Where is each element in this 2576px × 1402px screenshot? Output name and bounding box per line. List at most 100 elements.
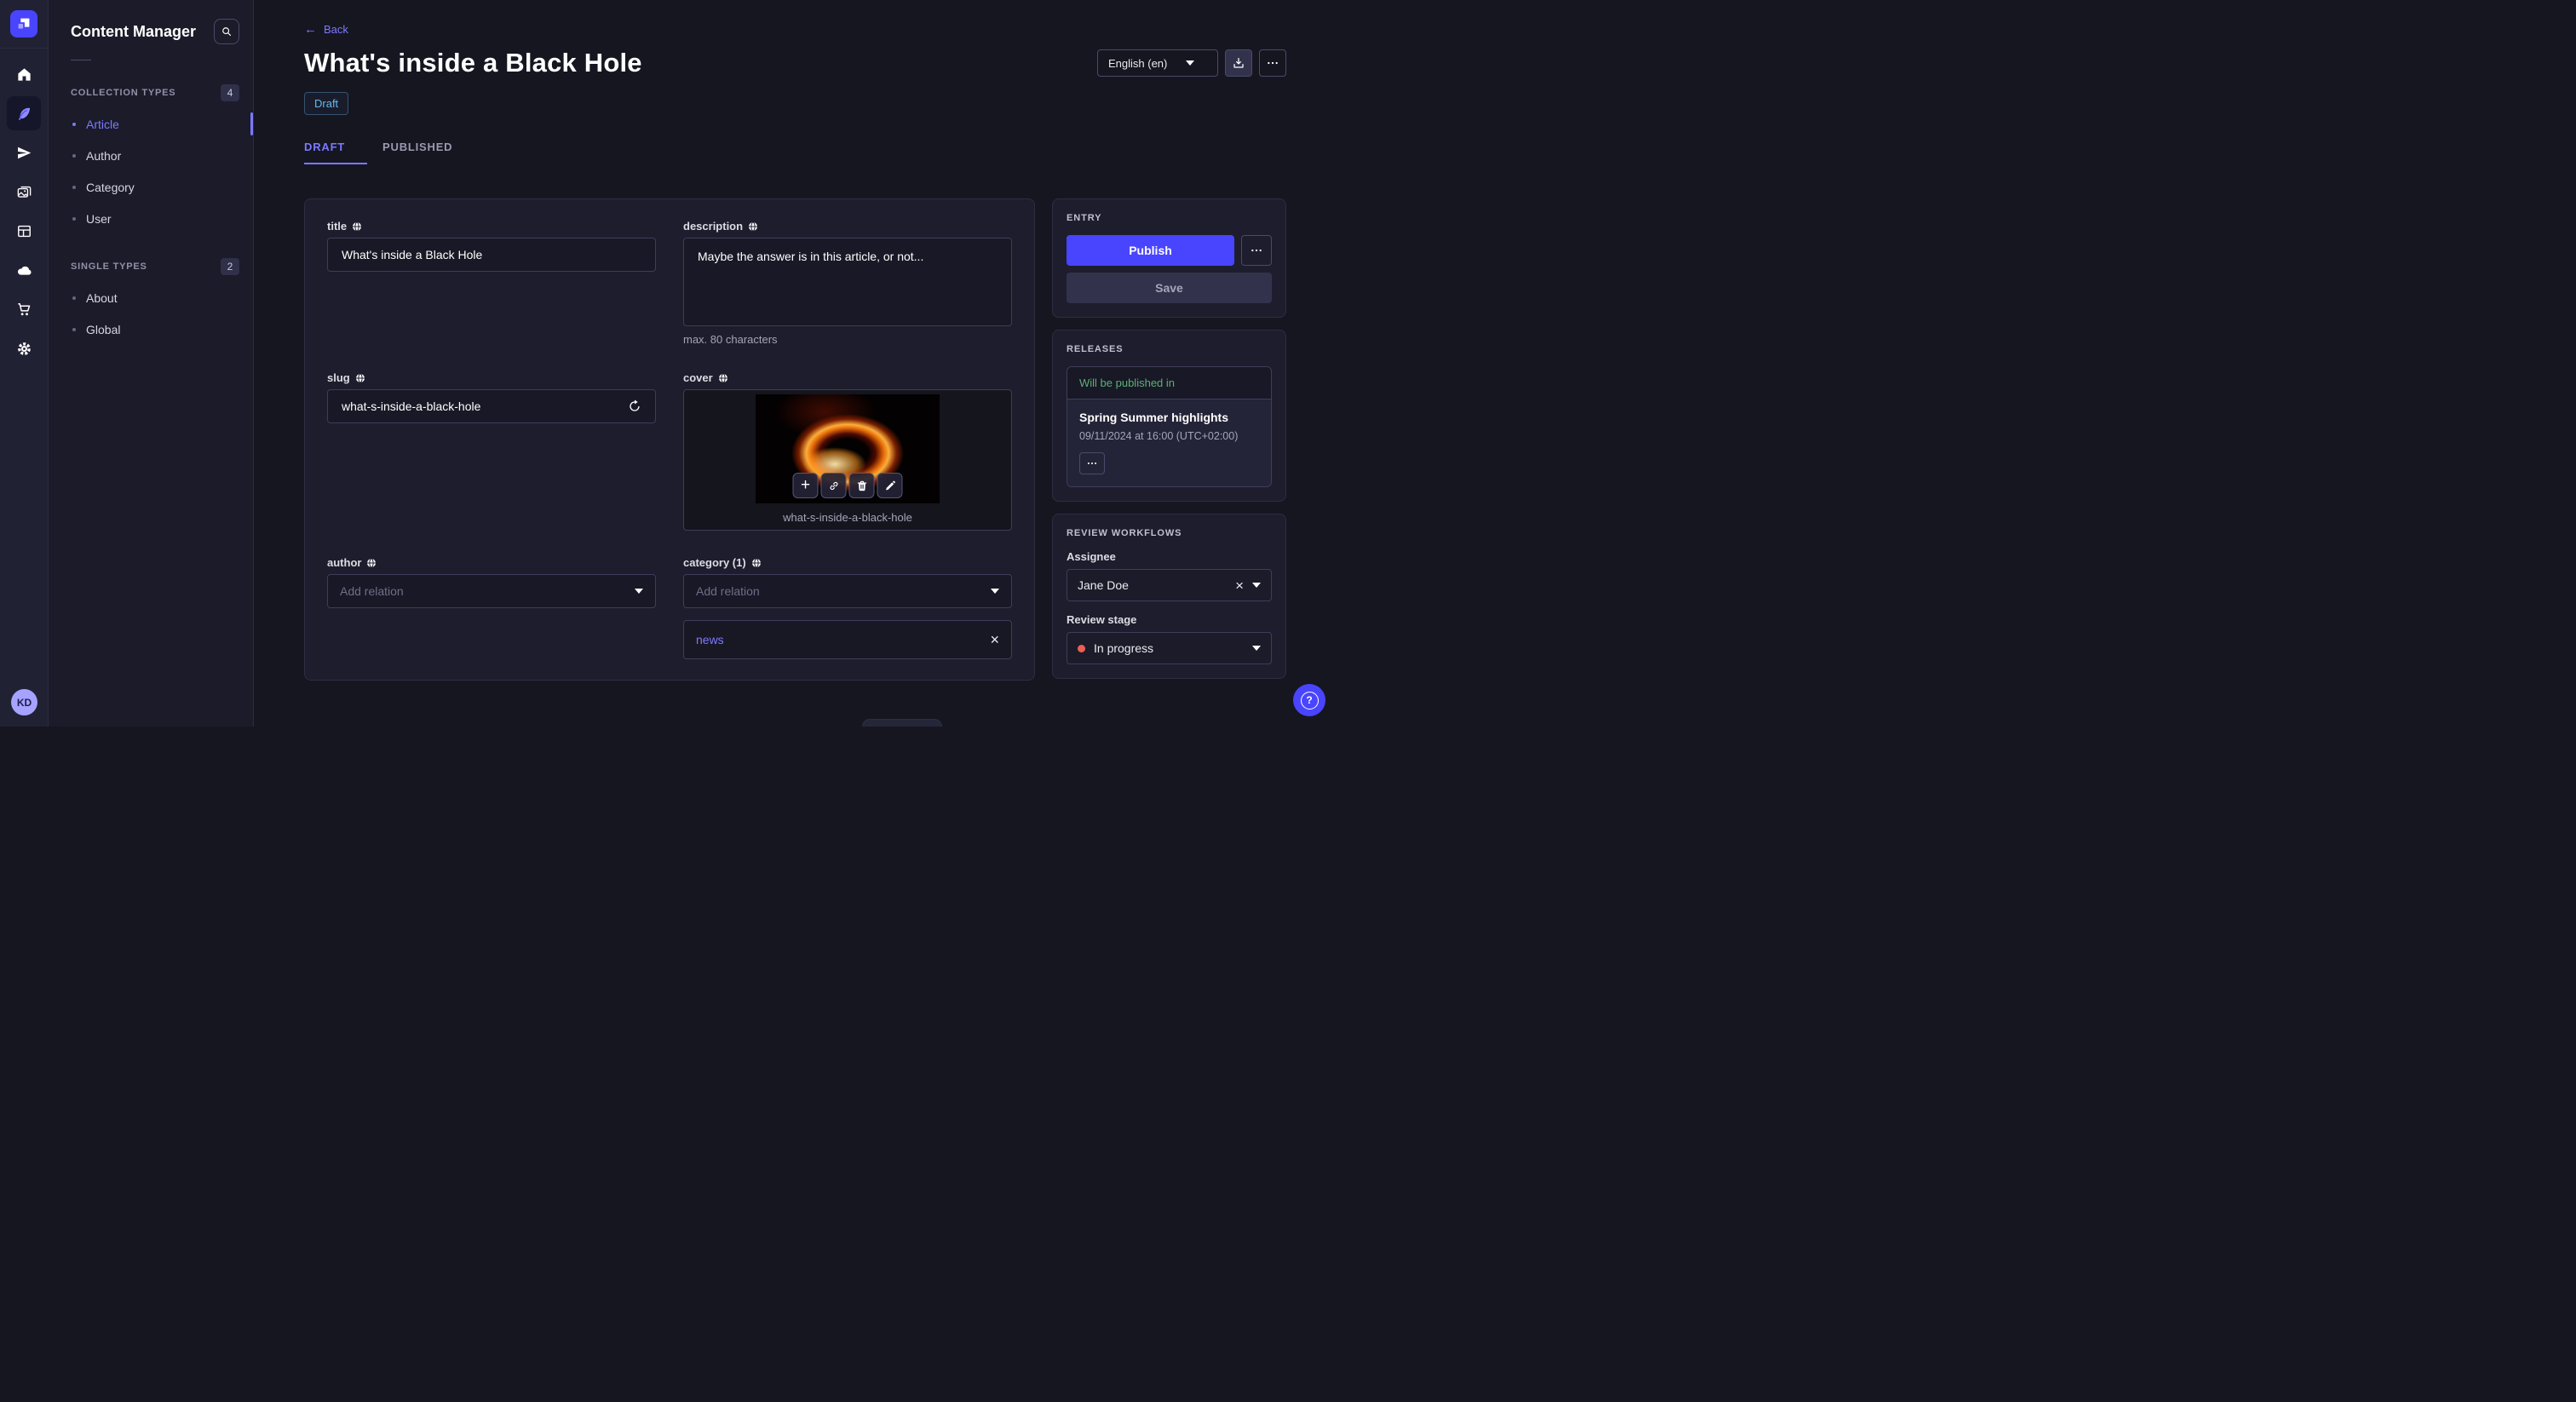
- gear-icon[interactable]: [7, 331, 41, 365]
- home-icon[interactable]: [7, 57, 41, 91]
- tab-published[interactable]: PUBLISHED: [382, 141, 474, 164]
- layout-icon[interactable]: [7, 214, 41, 248]
- more-dots-icon: [1251, 249, 1262, 252]
- slug-input[interactable]: what-s-inside-a-black-hole: [327, 389, 656, 423]
- single-types-label: SINGLE TYPES: [71, 261, 147, 272]
- bullet-icon: [72, 185, 76, 189]
- main-content: ← Back What's inside a Black Hole Englis…: [254, 0, 1336, 727]
- cloud-icon[interactable]: [7, 253, 41, 287]
- pencil-icon: [885, 480, 895, 490]
- help-button[interactable]: ?: [1293, 684, 1325, 716]
- field-author: author Add relation: [327, 556, 656, 659]
- sidebar-item-user[interactable]: User: [49, 203, 253, 234]
- version-tabs: DRAFT PUBLISHED: [304, 141, 1286, 164]
- globe-icon: [718, 373, 727, 382]
- back-arrow-icon: ←: [304, 21, 317, 37]
- review-panel-title: REVIEW WORKFLOWS: [1067, 528, 1182, 538]
- subnav-title: Content Manager: [71, 22, 197, 40]
- globe-icon: [749, 221, 758, 231]
- clear-assignee-icon[interactable]: ×: [1235, 578, 1244, 593]
- strapi-logo[interactable]: [10, 10, 37, 37]
- nav-rail: KD: [0, 0, 49, 727]
- cart-icon[interactable]: [7, 292, 41, 326]
- bullet-icon: [72, 153, 76, 158]
- relation-news-link[interactable]: news: [696, 633, 724, 646]
- globe-icon: [751, 558, 761, 567]
- collection-types-count: 4: [221, 84, 239, 101]
- review-stage-select[interactable]: In progress: [1067, 632, 1272, 664]
- collapsed-section-peek: [862, 719, 942, 727]
- entry-panel: ENTRY Publish Save: [1052, 198, 1286, 318]
- edit-media-button[interactable]: [877, 473, 903, 498]
- chevron-down-icon: [1252, 646, 1261, 651]
- sidebar-item-global[interactable]: Global: [49, 313, 253, 345]
- sidebar-item-category[interactable]: Category: [49, 171, 253, 203]
- field-slug: slug what-s-inside-a-black-hole: [327, 371, 656, 531]
- chevron-down-icon: [991, 589, 999, 594]
- assignee-combobox[interactable]: Jane Doe ×: [1067, 569, 1272, 601]
- assignee-label: Assignee: [1067, 550, 1116, 563]
- sidebar-item-article[interactable]: Article: [49, 108, 253, 140]
- nav-item-label: Author: [86, 148, 122, 163]
- strapi-logo-icon: [18, 18, 30, 29]
- title-input[interactable]: What's inside a Black Hole: [327, 238, 656, 272]
- copy-link-button[interactable]: [820, 473, 847, 498]
- stage-value: In progress: [1094, 641, 1154, 655]
- nav-item-label: User: [86, 211, 112, 226]
- search-button[interactable]: [214, 19, 239, 44]
- export-button[interactable]: [1225, 49, 1252, 77]
- field-title: title What's inside a Black Hole: [327, 220, 656, 346]
- nav-item-label: About: [86, 290, 118, 305]
- review-stage-label: Review stage: [1067, 613, 1137, 626]
- releases-panel-title: RELEASES: [1067, 344, 1124, 354]
- slug-value: what-s-inside-a-black-hole: [342, 399, 481, 413]
- category-placeholder: Add relation: [696, 584, 760, 598]
- globe-icon: [367, 558, 377, 567]
- more-dots-icon: [1268, 61, 1278, 65]
- entry-more-button[interactable]: [1241, 235, 1272, 266]
- description-hint: max. 80 characters: [683, 333, 778, 346]
- content-manager-subnav: Content Manager COLLECTION TYPES 4 Artic…: [49, 0, 254, 727]
- back-link[interactable]: ← Back: [304, 20, 348, 37]
- more-options-button[interactable]: [1259, 49, 1286, 77]
- globe-icon: [355, 373, 365, 382]
- media-library-icon[interactable]: [7, 175, 41, 209]
- nav-item-label: Article: [86, 117, 119, 131]
- description-textarea[interactable]: Maybe the answer is in this article, or …: [683, 238, 1012, 326]
- locale-select[interactable]: English (en): [1097, 49, 1218, 77]
- title-label: title: [327, 220, 348, 233]
- description-label: description: [683, 220, 744, 233]
- publish-button[interactable]: Publish: [1067, 235, 1234, 266]
- status-badge: Draft: [304, 92, 349, 115]
- download-icon: [1233, 58, 1244, 68]
- delete-media-button[interactable]: [848, 473, 875, 498]
- sidebar-item-author[interactable]: Author: [49, 140, 253, 171]
- category-relation-combobox[interactable]: Add relation: [683, 574, 1012, 608]
- releases-panel: RELEASES Will be published in Spring Sum…: [1052, 330, 1286, 502]
- user-avatar[interactable]: KD: [11, 689, 37, 715]
- field-category: category (1) Add relation news ×: [683, 556, 1012, 659]
- remove-relation-icon[interactable]: ×: [990, 632, 999, 647]
- release-more-button[interactable]: [1079, 452, 1105, 474]
- author-relation-combobox[interactable]: Add relation: [327, 574, 656, 608]
- field-description: description Maybe the answer is in this …: [683, 220, 1012, 346]
- release-date: 09/11/2024 at 16:00 (UTC+02:00): [1079, 430, 1239, 442]
- add-media-button[interactable]: +: [792, 473, 819, 498]
- globe-icon: [353, 221, 362, 231]
- chevron-down-icon: [1186, 60, 1195, 66]
- bullet-icon: [72, 327, 76, 331]
- sidebar-item-about[interactable]: About: [49, 282, 253, 313]
- bullet-icon: [72, 122, 76, 126]
- entry-form-card: title What's inside a Black Hole descrip…: [304, 198, 1035, 681]
- release-card: Will be published in Spring Summer highl…: [1067, 366, 1272, 487]
- save-button[interactable]: Save: [1067, 273, 1272, 303]
- chevron-down-icon: [635, 589, 643, 594]
- more-dots-icon: [1087, 462, 1097, 465]
- nav-item-label: Global: [86, 322, 121, 336]
- assignee-value: Jane Doe: [1078, 578, 1129, 592]
- releases-send-icon[interactable]: [7, 135, 41, 170]
- tab-draft[interactable]: DRAFT: [304, 141, 368, 164]
- regenerate-icon[interactable]: [628, 399, 641, 413]
- page-title: What's inside a Black Hole: [304, 48, 642, 78]
- content-manager-icon[interactable]: [7, 96, 41, 130]
